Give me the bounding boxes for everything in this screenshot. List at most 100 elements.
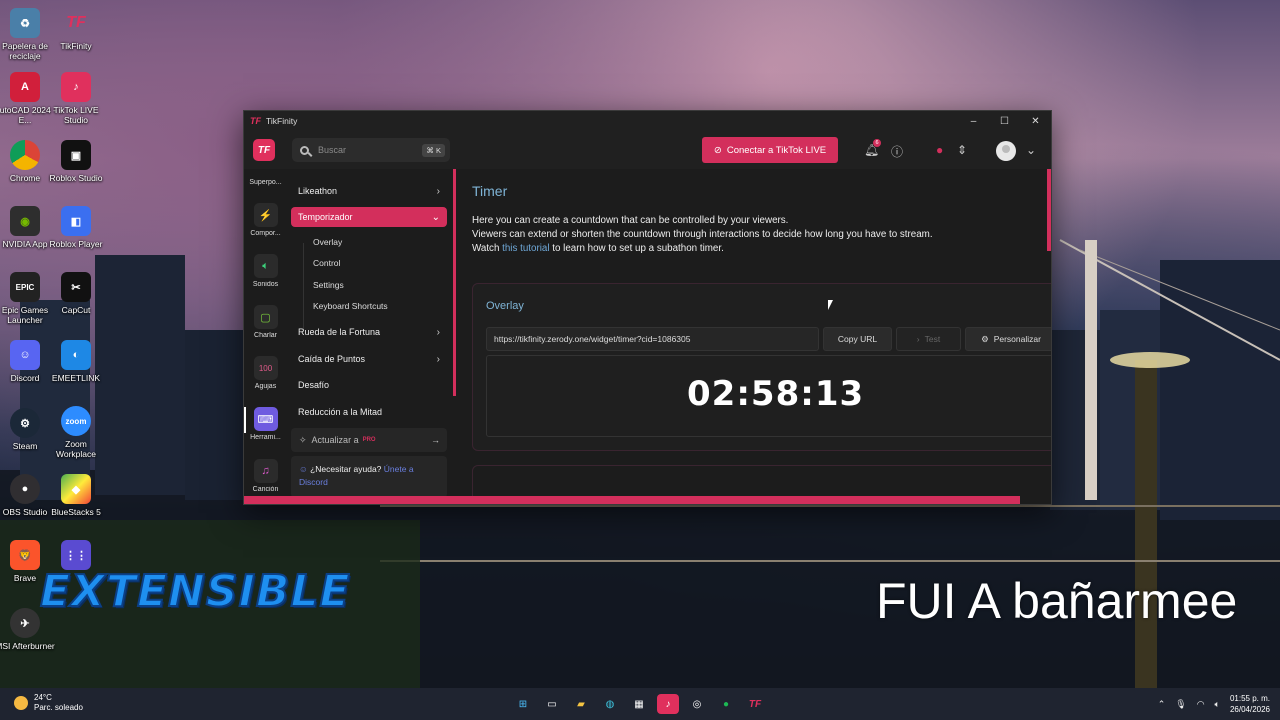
main-content: Timer Here you can create a countdown th… <box>456 169 1051 504</box>
tikfinity-taskbar-icon[interactable]: TF <box>744 694 766 714</box>
upgrade-label: Actualizar a <box>311 435 359 445</box>
profile-switch-icon[interactable]: ● <box>936 143 943 157</box>
rail-item-sounds[interactable]: 🔈︎ Sonidos <box>244 254 287 288</box>
search-placeholder: Buscar <box>318 145 347 155</box>
rail-item-overlays[interactable]: Superpo... <box>244 165 287 186</box>
arrow-right-icon: → <box>431 435 440 445</box>
chevron-up-icon[interactable]: ⌃ <box>1158 699 1166 710</box>
wifi-icon[interactable]: ◠ <box>1197 699 1205 710</box>
help-text: ¿Necesitar ayuda? <box>310 464 382 474</box>
search-input[interactable]: Buscar ⌘ K <box>292 138 450 162</box>
desktop-icon-roblox-player[interactable]: ◧ Roblox Player <box>45 206 107 249</box>
upgrade-button[interactable]: ✧ Actualizar a PRO → <box>291 428 447 452</box>
desc-rest: to learn how to set up a subathon timer. <box>552 243 724 254</box>
title-logo: TF <box>250 116 261 126</box>
extensible-logo: EXTENSIBLE <box>39 565 351 618</box>
main-vertical-scrollbar[interactable] <box>1047 169 1051 251</box>
rail-item-label: Superpo... <box>249 179 282 186</box>
desktop-icon-label: Zoom Workplace <box>56 439 96 459</box>
desktop-icon-roblox-studio[interactable]: ▣ Roblox Studio <box>45 140 107 183</box>
submenu-sub-keyboard-shortcuts[interactable]: Keyboard Shortcuts <box>313 301 388 311</box>
store-icon[interactable]: ▦ <box>628 694 650 714</box>
clock[interactable]: 01:55 p. m. 26/04/2026 <box>1230 693 1270 715</box>
connect-tiktok-button[interactable]: ⊘ Conectar a TikTok LIVE <box>702 137 838 163</box>
sun-icon <box>14 696 28 710</box>
submenu-item-label: Caída de Puntos <box>298 354 366 364</box>
help-box: ☺ ¿Necesitar ayuda? Únete a Discord <box>291 456 447 498</box>
chevron-down-icon[interactable]: ⌄ <box>1026 143 1036 157</box>
discord-link[interactable]: Discord <box>299 477 328 487</box>
submenu-item-label: Reducción a la Mitad <box>298 407 383 417</box>
timer-preview: 02:58:13 <box>486 355 1051 437</box>
desktop-icon-tikfinity[interactable]: TF TikFinity <box>45 8 107 51</box>
copy-url-button[interactable]: Copy URL <box>823 327 892 351</box>
submenu-sub-settings[interactable]: Settings <box>313 280 344 290</box>
customize-button[interactable]: ⚙ Personalizar <box>965 327 1051 351</box>
horizontal-scrollbar[interactable] <box>244 496 1020 504</box>
submenu-item-desafio[interactable]: Desafío <box>291 375 447 395</box>
gear-icon: ⚙ <box>981 333 989 344</box>
submenu-item-rueda[interactable]: Rueda de la Fortuna › <box>291 322 447 342</box>
chevron-right-icon: › <box>436 326 440 338</box>
chevron-updown-icon[interactable]: ⇕ <box>957 143 967 157</box>
zoom-icon: zoom <box>61 406 91 436</box>
taskbar-apps: ⊞ ▭ ▰ ◍ ▦ ♪ ◎ ● TF <box>512 694 766 714</box>
spotify-icon[interactable]: ● <box>715 694 737 714</box>
rail-item-label: Sonidos <box>252 281 279 288</box>
clock-date: 26/04/2026 <box>1229 705 1270 714</box>
obs-taskbar-icon[interactable]: ◎ <box>686 694 708 714</box>
pro-badge: PRO <box>362 437 376 443</box>
rail-item-label: Compor... <box>250 230 281 237</box>
desc-line-3: Watch this tutorial to learn how to set … <box>472 242 933 256</box>
volume-icon[interactable]: 🔈︎ <box>1215 699 1220 710</box>
rail-item-tools[interactable]: ⌨ Herrami... <box>244 407 287 441</box>
timer-display: 02:58:13 <box>687 374 865 414</box>
gamepad-icon: ⌨ <box>253 407 278 431</box>
submenu-item-reduccion[interactable]: Reducción a la Mitad <box>291 402 447 422</box>
desktop-icon-capcut[interactable]: ✂ CapCut <box>45 272 107 315</box>
test-button[interactable]: › Test <box>896 327 961 351</box>
submenu-sub-control[interactable]: Control <box>313 258 340 268</box>
chat-icon: ▢ <box>253 305 278 329</box>
file-explorer-icon[interactable]: ▰ <box>570 694 592 714</box>
sparkle-icon: ✧ <box>299 434 307 445</box>
desktop-icon-bluestacks[interactable]: ◆ BlueStacks 5 <box>45 474 107 517</box>
roblox-player-icon: ◧ <box>61 206 91 236</box>
submenu-item-label: Rueda de la Fortuna <box>298 327 381 337</box>
submenu-item-temporizador[interactable]: Temporizador ⌄ <box>291 207 447 227</box>
chrome-icon <box>10 140 40 170</box>
microphone-icon[interactable]: 🎙︎ <box>1175 699 1186 710</box>
app-logo[interactable]: TF <box>253 139 275 161</box>
windows-start-icon[interactable]: ⊞ <box>512 694 534 714</box>
desktop-icon-tiktok-live[interactable]: ♪ TikTok LIVE Studio <box>45 72 107 125</box>
tutorial-link[interactable]: this tutorial <box>502 243 549 254</box>
submenu-sub-overlay[interactable]: Overlay <box>313 237 342 247</box>
weather-widget[interactable]: 24°C Parc. soleado <box>14 693 83 713</box>
overlay-card-title: Overlay <box>486 300 524 312</box>
rail-item-song[interactable]: ♫ Canción <box>244 459 287 493</box>
test-label: Test <box>924 334 941 344</box>
widget-url-field[interactable]: https://tikfinity.zerody.one/widget/time… <box>486 327 819 351</box>
submenu-item-likeathon[interactable]: Likeathon › <box>291 181 447 201</box>
copy-url-label: Copy URL <box>837 334 878 344</box>
app-topbar: TF Buscar ⌘ K ⊘ Conectar a TikTok LIVE 🔔… <box>244 131 1051 169</box>
avatar[interactable] <box>996 141 1016 161</box>
rail-item-actions[interactable]: ⚡ Compor... <box>244 203 287 237</box>
desktop-icon-emeetlink[interactable]: ◐ EMEETLINK <box>45 340 107 383</box>
roblox-studio-icon: ▣ <box>61 140 91 170</box>
close-button[interactable]: ✕ <box>1020 116 1051 127</box>
submenu-item-caida[interactable]: Caída de Puntos › <box>291 349 447 369</box>
maximize-button[interactable]: ☐ <box>989 116 1020 127</box>
rail-item-chat[interactable]: ▢ Charlar <box>244 305 287 339</box>
help-icon[interactable]: ⓘ <box>891 143 903 160</box>
rail-item-needles[interactable]: 100 Agujas <box>244 356 287 390</box>
join-link[interactable]: Únete a <box>384 464 414 474</box>
gauge-icon: 100 <box>253 356 278 380</box>
task-view-icon[interactable]: ▭ <box>541 694 563 714</box>
minimize-button[interactable]: – <box>958 116 989 127</box>
desktop-icon-zoom[interactable]: zoom Zoom Workplace <box>45 406 107 459</box>
tiktok-live-taskbar-icon[interactable]: ♪ <box>657 694 679 714</box>
discord-icon: ☺ <box>299 464 308 474</box>
edge-icon[interactable]: ◍ <box>599 694 621 714</box>
chevron-right-icon: › <box>436 185 440 197</box>
